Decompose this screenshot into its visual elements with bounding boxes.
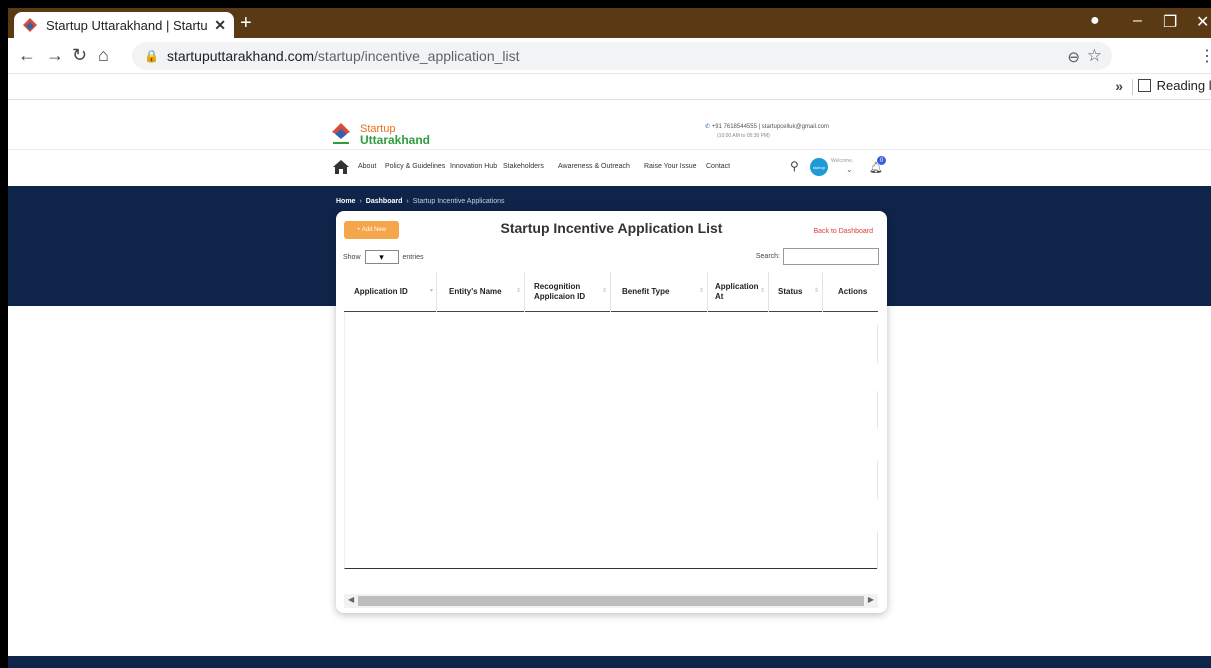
col-status[interactable]: Status ⇕ <box>768 272 822 312</box>
col-recognition-id[interactable]: Recognition Applicaion ID ⇕ <box>524 272 610 312</box>
avatar[interactable]: startup <box>810 158 828 176</box>
col-benefit-type[interactable]: Benefit Type ⇕ <box>610 272 707 312</box>
address-bar[interactable]: 🔒 startuputtarakhand.com/startup/incenti… <box>132 42 1112 70</box>
search-label: Search: <box>755 253 780 260</box>
col-actions: Actions <box>838 287 868 296</box>
footer-band <box>8 656 1211 668</box>
welcome-text: Welcome, <box>831 158 854 164</box>
col-entity-name[interactable]: Entity's Name ⇕ <box>436 272 524 312</box>
scroll-left-icon[interactable]: ◀ <box>348 595 354 604</box>
new-tab-icon[interactable]: + <box>240 13 252 33</box>
zoom-icon[interactable]: ⊖ <box>1067 48 1080 66</box>
table-body <box>344 313 878 569</box>
nav-stakeholders[interactable]: Stakeholders <box>503 163 544 170</box>
back-to-dashboard-link[interactable]: Back to Dashboard <box>813 228 873 235</box>
home-icon[interactable] <box>333 160 349 174</box>
bookmarks-bar: » Reading lis <box>8 74 1211 100</box>
reload-icon[interactable]: ↻ <box>72 46 87 64</box>
horizontal-scrollbar[interactable]: ◀ ▶ <box>344 594 878 608</box>
browser-toolbar: ← → ↻ ⌂ 🔒 startuputtarakhand.com/startup… <box>8 38 1211 74</box>
menu-kebab-icon[interactable]: ⋮ <box>1199 46 1211 66</box>
nav-contact[interactable]: Contact <box>706 163 730 170</box>
breadcrumb-sep-icon: › <box>406 198 409 205</box>
nav-awareness[interactable]: Awareness & Outreach <box>558 163 630 170</box>
restore-icon[interactable]: ❐ <box>1163 12 1177 32</box>
chevron-down-icon[interactable]: ⌄ <box>846 165 853 174</box>
row-divider <box>877 391 878 429</box>
site-header-top: Startup Uttarakhand ✆ +91 7618544555 | s… <box>8 116 1211 150</box>
site-search-icon[interactable]: ⚲ <box>790 159 799 173</box>
tab-title: Startup Uttarakhand | Startup Re <box>46 17 208 33</box>
contact-hours: (10:00 AM to 05:30 PM) <box>717 133 770 139</box>
show-label: Show <box>343 253 361 261</box>
logo-line2: Uttarakhand <box>360 133 431 147</box>
uttarakhand-emblem-icon <box>332 123 350 144</box>
reading-list-icon <box>1137 79 1151 92</box>
entries-length-control: Show ▾ entries <box>343 250 424 264</box>
profile-icon[interactable]: ● <box>1090 12 1100 30</box>
sort-icon: ▾ <box>429 288 433 294</box>
entries-label: entries <box>402 253 424 261</box>
breadcrumb-dashboard[interactable]: Dashboard <box>366 198 403 205</box>
bookmarks-divider <box>1132 79 1133 95</box>
forward-icon[interactable]: → <box>46 46 64 64</box>
row-divider <box>877 531 878 569</box>
nav-innovation-hub[interactable]: Innovation Hub <box>450 163 497 170</box>
scrollbar-thumb[interactable] <box>358 596 864 606</box>
nav-about[interactable]: About <box>358 163 376 170</box>
address-url: startuputtarakhand.com/startup/incentive… <box>166 48 520 64</box>
sort-icon: ⇕ <box>698 288 704 294</box>
scroll-right-icon[interactable]: ▶ <box>868 595 874 604</box>
table-search: Search: <box>756 248 879 265</box>
sort-icon: ⇕ <box>759 288 765 294</box>
browser-tab[interactable]: Startup Uttarakhand | Startup Re ✕ <box>14 12 234 38</box>
close-window-icon[interactable]: ✕ <box>1196 12 1209 32</box>
col-application-at[interactable]: Application At ⇕ <box>707 272 768 312</box>
row-divider <box>877 325 878 363</box>
page-title: Startup Incentive Application List <box>500 220 723 236</box>
contact-info: ✆ +91 7618544555 | startupcelluk@gmail.c… <box>705 123 829 141</box>
lock-icon: 🔒 <box>144 49 159 63</box>
nav-policy[interactable]: Policy & Guidelines <box>385 163 445 170</box>
notification-badge: 0 <box>877 156 886 165</box>
minimize-icon[interactable]: – <box>1133 12 1142 30</box>
bookmarks-overflow-icon[interactable]: » <box>1115 78 1123 94</box>
sort-icon: ⇕ <box>813 288 819 294</box>
entries-select[interactable]: ▾ <box>364 250 399 264</box>
contact-line: +91 7618544555 | startupcelluk@gmail.com <box>711 124 829 130</box>
sort-icon: ⇕ <box>601 288 607 294</box>
breadcrumb-current: Startup Incentive Applications <box>412 198 505 205</box>
breadcrumb-home[interactable]: Home <box>336 198 355 205</box>
row-divider <box>877 461 878 499</box>
application-list-card: + Add New Startup Incentive Application … <box>336 211 887 613</box>
tab-strip: Startup Uttarakhand | Startup Re ✕ + ● –… <box>8 8 1211 38</box>
reading-list-label: Reading lis <box>1156 78 1211 93</box>
tab-close-icon[interactable]: ✕ <box>214 17 226 34</box>
chevron-down-icon: ▾ <box>379 251 384 262</box>
favicon-icon <box>23 18 37 32</box>
home-button-icon[interactable]: ⌂ <box>98 46 109 64</box>
browser-window: Startup Uttarakhand | Startup Re ✕ + ● –… <box>8 8 1211 668</box>
breadcrumb: Home › Dashboard › Startup Incentive Applica… <box>336 198 505 205</box>
reading-list-button[interactable]: Reading lis <box>1137 78 1211 93</box>
site-logo[interactable]: Startup Uttarakhand <box>330 121 430 149</box>
phone-icon: ✆ <box>705 124 711 130</box>
nav-raise-issue[interactable]: Raise Your Issue <box>644 163 697 170</box>
site-nav: About Policy & Guidelines Innovation Hub… <box>8 150 1211 184</box>
table-header: Application ID ▾ Entity's Name ⇕ Recogniti… <box>344 272 878 312</box>
back-icon[interactable]: ← <box>18 46 36 64</box>
sort-icon: ⇕ <box>515 288 521 294</box>
bookmark-star-icon[interactable]: ☆ <box>1087 46 1102 66</box>
breadcrumb-sep-icon: › <box>359 198 362 205</box>
col-application-id[interactable]: Application ID ▾ <box>344 272 436 312</box>
search-input[interactable] <box>783 248 879 265</box>
